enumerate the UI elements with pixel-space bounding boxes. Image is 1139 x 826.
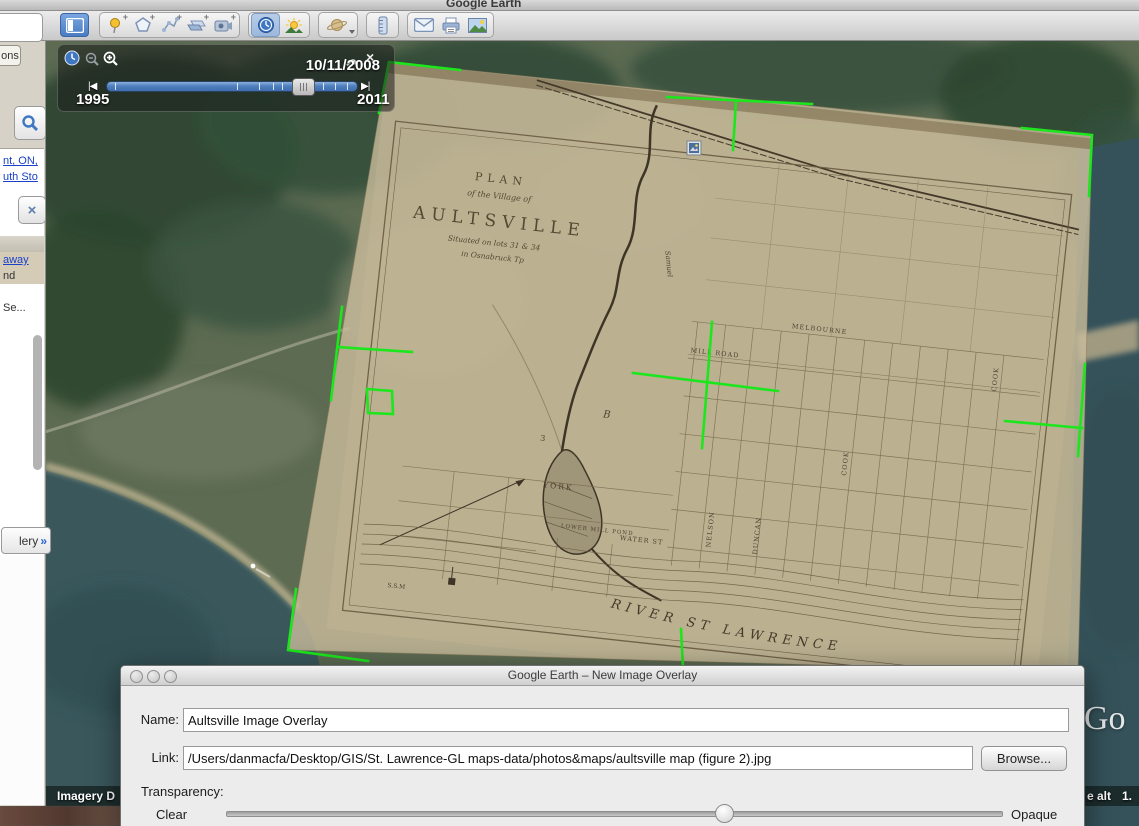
- add-polygon-button[interactable]: +: [129, 14, 156, 36]
- transparency-slider-track[interactable]: [226, 811, 1003, 817]
- zoom-in-icon[interactable]: [103, 51, 118, 66]
- email-button[interactable]: [410, 14, 437, 36]
- sidebar-tab-fragment[interactable]: ons: [0, 45, 21, 66]
- add-placemark-button[interactable]: +: [102, 14, 129, 36]
- sidebar-panel-icon: [66, 18, 84, 33]
- clear-label: Clear: [156, 807, 206, 822]
- sun-icon: [284, 17, 304, 34]
- search-input[interactable]: [0, 13, 43, 42]
- search-icon: [21, 114, 39, 132]
- window-title-bar[interactable]: Google Earth: [0, 0, 1139, 11]
- time-slider-clock-icon: [64, 50, 80, 66]
- sidebar-toggle-button[interactable]: [60, 13, 89, 37]
- mill-building: [448, 578, 456, 586]
- status-eye-alt: e alt: [1087, 789, 1111, 803]
- printer-icon: [442, 17, 460, 34]
- plus-badge: +: [231, 12, 236, 22]
- email-envelope-icon: [414, 18, 434, 32]
- places-item[interactable]: Se...: [0, 300, 44, 316]
- chevron-down-icon: [349, 30, 355, 34]
- record-tour-button[interactable]: +: [210, 14, 237, 36]
- ruler-group: [366, 12, 399, 38]
- planet-group: [318, 12, 358, 38]
- places-link[interactable]: away: [0, 252, 44, 268]
- plus-badge: +: [177, 12, 182, 22]
- google-watermark: Go: [1084, 700, 1126, 738]
- window-title: Google Earth: [446, 0, 521, 10]
- desktop-fragment: [0, 806, 122, 826]
- block-letter: B: [602, 409, 611, 421]
- chevrons-icon: »: [40, 534, 47, 548]
- transparency-slider-thumb[interactable]: [715, 804, 734, 823]
- google-earth-window: PLAN of the Village of AULTSVILLE Situat…: [0, 0, 1139, 826]
- search-button[interactable]: [14, 106, 46, 140]
- saturn-planet-icon: [327, 17, 349, 34]
- plus-badge: +: [150, 12, 155, 22]
- time-range-end: 2011: [357, 91, 390, 108]
- switch-planet-button[interactable]: [321, 14, 355, 36]
- image-overlay-placemark-icon[interactable]: [687, 141, 701, 155]
- share-group: [407, 12, 494, 38]
- dialog-title: Google Earth – New Image Overlay: [121, 668, 1084, 682]
- time-slider-handle[interactable]: [292, 78, 315, 96]
- time-range-start: 1995: [76, 91, 109, 108]
- time-slider-track[interactable]: [106, 81, 358, 92]
- save-image-button[interactable]: [464, 14, 491, 36]
- creation-tools-group: + + + + +: [99, 12, 240, 38]
- name-field[interactable]: [183, 708, 1069, 732]
- status-imagery-date: Imagery D: [57, 789, 115, 803]
- print-button[interactable]: [437, 14, 464, 36]
- status-eye-alt-value: 1.: [1122, 789, 1132, 803]
- plus-badge: +: [123, 12, 128, 22]
- sidebar-lower-panel: [0, 555, 44, 806]
- search-results-list: nt, ON, uth Sto: [0, 148, 44, 240]
- clock-icon: [257, 16, 275, 34]
- browse-button[interactable]: Browse...: [981, 746, 1067, 771]
- new-image-overlay-dialog: Google Earth – New Image Overlay Name: L…: [120, 665, 1085, 826]
- clear-search-button[interactable]: ×: [18, 196, 46, 224]
- add-image-overlay-button[interactable]: +: [183, 14, 210, 36]
- save-image-icon: [468, 18, 487, 33]
- search-result-link[interactable]: nt, ON,: [0, 153, 44, 169]
- historical-imagery-button[interactable]: [251, 13, 280, 37]
- places-panel-header: [0, 236, 44, 253]
- name-label: Name:: [129, 712, 179, 727]
- ruler-button[interactable]: [369, 14, 396, 36]
- dialog-title-bar[interactable]: Google Earth – New Image Overlay: [121, 666, 1084, 686]
- transparency-label: Transparency:: [141, 784, 251, 799]
- boat: [251, 564, 256, 569]
- sidebar-scrollbar-thumb[interactable]: [33, 335, 42, 470]
- earth-gallery-label: lery: [19, 534, 38, 548]
- link-field[interactable]: [183, 746, 973, 770]
- time-slider-panel: × 10/11/2008 |◀ ▶| 1995 2011: [57, 44, 395, 112]
- time-slider-date: 10/11/2008: [306, 57, 380, 74]
- opaque-label: Opaque: [1011, 807, 1071, 822]
- sunlight-button[interactable]: [280, 14, 307, 36]
- link-label: Link:: [129, 750, 179, 765]
- add-path-button[interactable]: +: [156, 14, 183, 36]
- earth-gallery-button[interactable]: lery »: [1, 527, 51, 554]
- lot-number: 3: [540, 434, 546, 443]
- time-sun-group: [248, 12, 310, 38]
- sidebar: ons nt, ON, uth Sto × away nd Se... lery…: [0, 40, 46, 806]
- places-item[interactable]: nd: [0, 268, 44, 284]
- ruler-icon: [378, 16, 388, 35]
- main-toolbar: + + + + +: [0, 10, 1139, 41]
- search-result-link[interactable]: uth Sto: [0, 169, 44, 185]
- plus-badge: +: [204, 12, 209, 22]
- zoom-out-icon[interactable]: [85, 52, 99, 66]
